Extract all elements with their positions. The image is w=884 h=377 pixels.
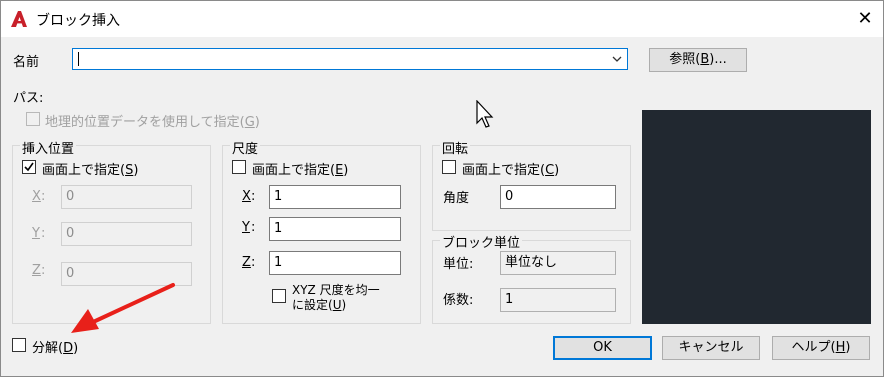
scale-z-label: Z [242, 255, 251, 270]
path-label: パス: [13, 91, 44, 106]
rotation-title: 回転 [440, 138, 471, 157]
scale-z-input[interactable]: 1 [269, 251, 401, 275]
factor-value: 1 [500, 288, 616, 312]
insertion-onscreen-label: 画面上で指定(S) [42, 163, 139, 178]
uniform-scale-checkbox[interactable] [272, 289, 286, 303]
ok-button[interactable]: OK [553, 336, 652, 360]
insertion-y-label: Y [32, 226, 40, 241]
insertion-x-input[interactable]: 0 [61, 185, 192, 209]
block-name-combobox[interactable] [72, 48, 628, 70]
close-button[interactable]: ✕ [847, 1, 883, 37]
cancel-button[interactable]: キャンセル [662, 336, 760, 360]
browse-button[interactable]: 参照(B)... [649, 48, 747, 72]
scale-x-input[interactable]: 1 [269, 185, 401, 209]
checkmark-icon [24, 162, 34, 172]
scale-onscreen-label: 画面上で指定(E) [252, 163, 349, 178]
chevron-down-icon[interactable] [611, 54, 623, 64]
scale-y-input[interactable]: 1 [269, 217, 401, 241]
autocad-app-icon [11, 11, 27, 27]
insertion-onscreen-checkbox[interactable] [22, 160, 36, 174]
help-button[interactable]: ヘルプ(H) [772, 336, 870, 360]
geographic-checkbox-label: 地理的位置データを使用して指定(G) [45, 115, 260, 130]
angle-input[interactable]: 0 [500, 185, 616, 209]
scale-onscreen-checkbox[interactable] [232, 160, 246, 174]
insertion-x-label: X [32, 189, 41, 204]
mouse-cursor-icon [476, 100, 494, 128]
window-title: ブロック挿入 [36, 13, 120, 29]
rotation-onscreen-checkbox[interactable] [442, 160, 456, 174]
block-insert-dialog: ブロック挿入 ✕ 名前 参照(B)... パス: 地理的位置データを使用して指定… [0, 0, 884, 377]
insertion-z-label: Z [32, 263, 41, 278]
scale-y-label: Y [242, 220, 250, 235]
block-preview [642, 110, 871, 324]
explode-checkbox[interactable] [12, 338, 26, 352]
insertion-y-input[interactable]: 0 [61, 222, 192, 246]
title-bar: ブロック挿入 ✕ [1, 1, 883, 37]
unit-value: 単位なし [500, 251, 616, 275]
insertion-point-title: 挿入位置 [20, 138, 77, 157]
unit-label: 単位: [443, 257, 474, 272]
name-label: 名前 [13, 55, 40, 70]
explode-label: 分解(D) [32, 341, 79, 356]
scale-x-label: X [242, 189, 251, 204]
close-icon: ✕ [857, 8, 873, 29]
text-caret [78, 52, 79, 66]
uniform-scale-label: XYZ 尺度を均一 に設定(U) [292, 283, 380, 312]
angle-label: 角度 [443, 191, 470, 206]
scale-title: 尺度 [230, 138, 261, 157]
factor-label: 係数: [443, 293, 474, 308]
red-arrow-annotation [71, 283, 175, 333]
rotation-onscreen-label: 画面上で指定(C) [462, 163, 560, 178]
geographic-checkbox[interactable] [26, 112, 40, 126]
block-unit-title: ブロック単位 [440, 232, 523, 251]
